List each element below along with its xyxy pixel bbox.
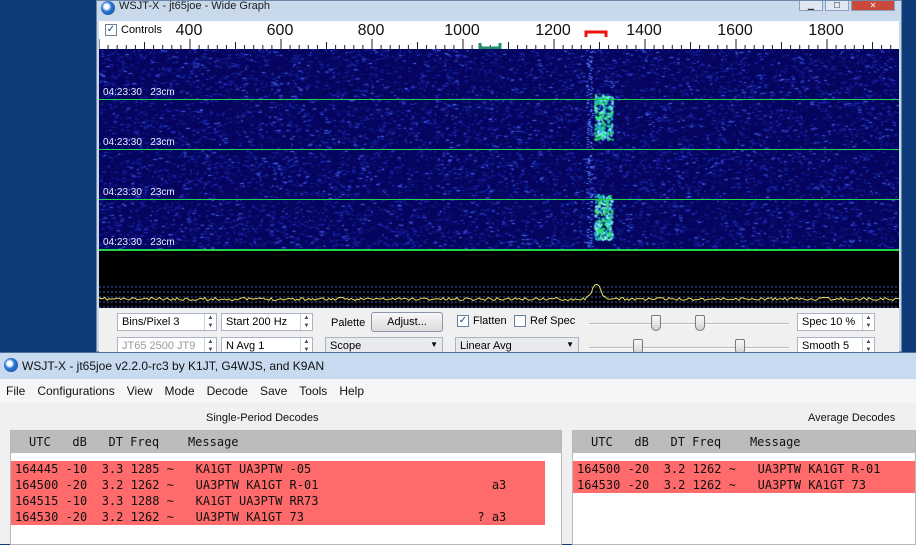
- spec-gain-slider[interactable]: [589, 339, 789, 355]
- spec-spinbox[interactable]: Spec 10 % ▲ ▼: [797, 313, 875, 331]
- controls-label: Controls: [121, 24, 162, 36]
- single-period-title: Single-Period Decodes: [206, 412, 319, 424]
- flatten-label: Flatten: [473, 315, 507, 327]
- menu-save[interactable]: Save: [254, 384, 293, 398]
- ref-spec-check-icon[interactable]: [514, 315, 526, 327]
- scale-tick-marks: [99, 39, 892, 49]
- adjust-button[interactable]: Adjust...: [371, 312, 443, 332]
- maximize-icon[interactable]: ☐: [825, 1, 849, 11]
- average-decodes-title: Average Decodes: [808, 412, 896, 424]
- decode-row[interactable]: 164530 -20 3.2 1262 ~ UA3PTW KA1GT 73: [573, 477, 915, 493]
- wide-graph-title: WSJT-X - jt65joe - Wide Graph: [119, 0, 270, 12]
- spectrum-display[interactable]: [98, 250, 900, 308]
- waterfall-period-line: [99, 149, 899, 150]
- menu-help[interactable]: Help: [333, 384, 370, 398]
- waterfall-period-line: [99, 99, 899, 100]
- start-freq-spinbox[interactable]: Start 200 Hz ▲ ▼: [221, 313, 313, 331]
- palette-label: Palette: [331, 317, 366, 329]
- gain-slider-thumb[interactable]: [651, 315, 661, 331]
- wide-graph-window: WSJT-X - jt65joe - Wide Graph ▁ ☐ ✕ ✓ Co…: [96, 0, 902, 355]
- controls-check-icon[interactable]: ✓: [105, 24, 117, 36]
- freq-tick-label: 600: [266, 22, 294, 39]
- menu-view[interactable]: View: [121, 384, 159, 398]
- freq-tick-label: 400: [175, 22, 203, 39]
- controls-checkbox[interactable]: ✓ Controls: [105, 24, 162, 36]
- zero-slider-thumb[interactable]: [695, 315, 705, 331]
- single-period-header: UTC dB DT Freq Message: [11, 431, 561, 453]
- waterfall-label: 04:23:30 23cm: [103, 187, 175, 198]
- freq-tick-label: 1200: [535, 22, 571, 39]
- menu-file[interactable]: File: [0, 384, 31, 398]
- menu-bar: File Configurations View Mode Decode Sav…: [0, 379, 916, 403]
- freq-tick-label: 1800: [808, 22, 844, 39]
- menu-mode[interactable]: Mode: [159, 384, 201, 398]
- frequency-scale[interactable]: ✓ Controls 400 600 800 1000 1200 1400 16…: [99, 21, 899, 49]
- wsjtx-logo-icon: [4, 358, 18, 372]
- bins-per-pixel-spinbox[interactable]: Bins/Pixel 3 ▲ ▼: [117, 313, 217, 331]
- freq-tick-label: 1400: [626, 22, 662, 39]
- freq-tick-label: 1000: [444, 22, 480, 39]
- menu-tools[interactable]: Tools: [293, 384, 333, 398]
- decode-row[interactable]: 164530 -20 3.2 1262 ~ UA3PTW KA1GT 73 ? …: [11, 509, 545, 525]
- freq-tick-label: 1600: [717, 22, 753, 39]
- menu-configurations[interactable]: Configurations: [31, 384, 120, 398]
- wide-graph-controls: Bins/Pixel 3 ▲ ▼ Start 200 Hz ▲ ▼ JT65 2500 …: [99, 308, 899, 355]
- decode-row[interactable]: 164515 -10 3.3 1288 ~ KA1GT UA3PTW RR73: [11, 493, 545, 509]
- flatten-checkbox[interactable]: ✓ Flatten: [457, 315, 507, 327]
- freq-tick-label: 800: [357, 22, 385, 39]
- average-header: UTC dB DT Freq Message: [573, 431, 915, 453]
- main-title: WSJT-X - jt65joe v2.2.0-rc3 by K1JT, G4W…: [22, 359, 325, 373]
- decode-row[interactable]: 164500 -20 3.2 1262 ~ UA3PTW KA1GT R-01 …: [11, 477, 545, 493]
- spectrum-plot: [98, 283, 900, 308]
- flatten-check-icon[interactable]: ✓: [457, 315, 469, 327]
- ref-spec-checkbox[interactable]: Ref Spec: [514, 315, 575, 327]
- average-decodes-pane[interactable]: UTC dB DT Freq Message 164500 -20 3.2 12…: [572, 430, 916, 545]
- decode-row[interactable]: 164445 -10 3.3 1285 ~ KA1GT UA3PTW -05: [11, 461, 545, 477]
- waterfall-label: 04:23:30 23cm: [103, 137, 175, 148]
- single-period-decodes-pane[interactable]: UTC dB DT Freq Message 164445 -10 3.3 12…: [10, 430, 562, 545]
- wsjtx-logo-icon: [101, 1, 115, 15]
- decode-row[interactable]: 164500 -20 3.2 1262 ~ UA3PTW KA1GT R-01: [573, 461, 915, 477]
- wide-graph-titlebar[interactable]: WSJT-X - jt65joe - Wide Graph ▁ ☐ ✕: [97, 0, 901, 15]
- main-titlebar[interactable]: WSJT-X - jt65joe v2.2.0-rc3 by K1JT, G4W…: [0, 353, 916, 379]
- minimize-icon[interactable]: ▁: [799, 1, 823, 11]
- main-window: WSJT-X - jt65joe v2.2.0-rc3 by K1JT, G4W…: [0, 352, 916, 545]
- gain-slider[interactable]: [589, 315, 789, 331]
- waterfall-period-line: [99, 199, 899, 200]
- close-icon[interactable]: ✕: [851, 1, 895, 11]
- ref-spec-label: Ref Spec: [530, 315, 576, 327]
- waterfall-label: 04:23:30 23cm: [103, 237, 175, 248]
- menu-decode[interactable]: Decode: [201, 384, 254, 398]
- waterfall-display[interactable]: 04:23:30 23cm 04:23:30 23cm 04:23:30 23c…: [99, 49, 899, 250]
- waterfall-label: 04:23:30 23cm: [103, 87, 175, 98]
